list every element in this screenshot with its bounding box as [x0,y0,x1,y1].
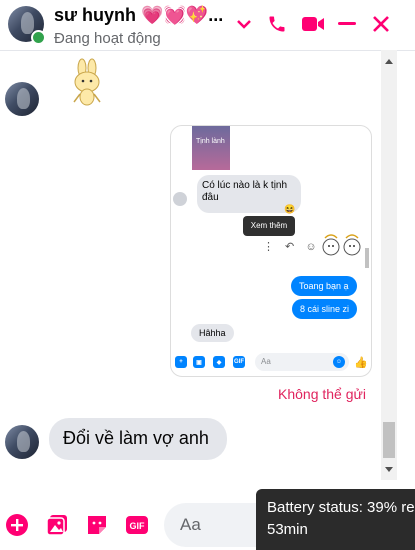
embedded-sticker [319,230,367,262]
embedded-outgoing-bubble: 8 cái sline zi [292,299,358,319]
chat-header: sư huynh 💗💓💖... Đang hoạt động [0,0,415,51]
reaction-emoji: 😆 [284,204,296,214]
like-icon: 👍 [354,356,368,369]
send-error-status[interactable]: Không thể gửi [278,386,366,402]
shared-image-thumbnail: Tịnh lành [192,126,230,170]
scroll-down-arrow-icon[interactable] [381,462,397,476]
close-icon[interactable] [369,12,393,36]
sender-avatar[interactable] [5,425,39,459]
sender-avatar[interactable] [5,82,39,116]
embedded-message-actions: ⋮ ↶ ☺ [263,241,321,253]
embedded-tooltip: Xem thêm [243,216,295,236]
embedded-scrollbar [365,248,369,268]
minimize-icon[interactable] [336,12,358,36]
scroll-up-arrow-icon[interactable] [381,54,397,68]
gif-icon[interactable]: GIF [125,513,149,537]
embedded-incoming-bubble: Hâhha [191,324,234,342]
plus-icon: + [175,356,187,368]
incoming-message-bubble[interactable]: Đổi về làm vợ anh [49,418,227,460]
battery-status-line1: Battery status: 39% rem [267,499,415,516]
chevron-down-icon[interactable] [234,14,254,34]
bunny-sticker[interactable] [68,58,108,108]
battery-status-line2: 53min [267,521,308,538]
sticker-icon[interactable] [85,513,109,537]
embedded-composer: + ▣ ◆ GIF Aa ☺ 👍 [171,351,371,375]
gif-icon: GIF [233,356,245,368]
video-camera-icon[interactable] [300,12,326,36]
image-icon[interactable] [45,513,69,537]
battery-status-tooltip: Battery status: 39% rem 53min [256,489,415,550]
default-avatar-icon [173,192,187,206]
embedded-outgoing-bubble: Toang bạn ạ [291,276,357,296]
shared-screenshot-image[interactable]: Tịnh lành Có lúc nào là k tịnh đâu 😆 Xem… [170,125,372,377]
image-icon: ▣ [193,356,205,368]
emoji-icon: ☺ [333,356,345,368]
message-scrollbar[interactable] [381,50,397,480]
plus-icon[interactable] [5,513,29,537]
active-status: Đang hoạt động [54,30,161,47]
sticker-icon: ◆ [213,356,225,368]
phone-icon[interactable] [265,12,289,36]
contact-name[interactable]: sư huynh 💗💓💖... [54,5,223,26]
svg-text:GIF: GIF [130,521,146,531]
scrollbar-thumb[interactable] [383,422,395,458]
online-status-dot [31,30,46,45]
